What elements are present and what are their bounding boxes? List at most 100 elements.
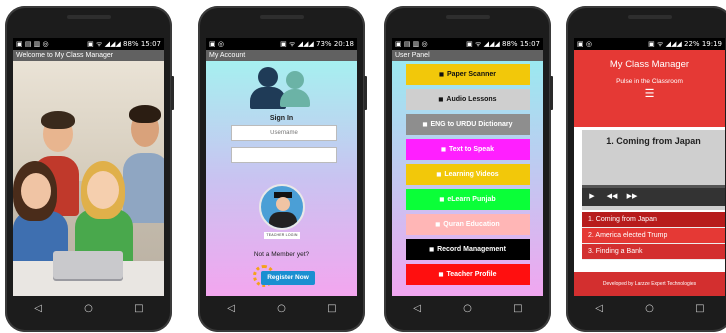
nav-bar: ◁ ○ □ xyxy=(13,296,164,320)
speaker xyxy=(259,15,304,19)
home-icon[interactable]: ○ xyxy=(271,303,291,314)
hamburger-menu-icon[interactable]: ☰ xyxy=(574,89,725,100)
back-icon[interactable]: ◁ xyxy=(407,303,427,314)
status-right: ▣ ᯤ ◢◢◢ 73% 20:18 xyxy=(280,38,354,50)
teacher-login-label: TEACHER LOGIN xyxy=(264,232,300,239)
students-photo xyxy=(13,61,164,296)
menu-item[interactable]: ◼ Quran Education xyxy=(405,214,530,235)
page-title: My Account xyxy=(206,50,357,61)
menu-item-label: Paper Scanner xyxy=(446,71,496,78)
status-left-icons: ▣ ▤ ▥ ◎ xyxy=(395,40,428,48)
side-button[interactable] xyxy=(364,76,367,110)
speaker xyxy=(445,15,490,19)
status-right: ▣ ᯤ ◢◢◢ 88% 15:07 xyxy=(87,38,161,50)
signal-icon: ▣ ᯤ ◢◢◢ xyxy=(466,40,500,48)
rewind-icon[interactable]: ◀◀ xyxy=(602,188,622,206)
status-bar: ▣ ▤ ▥ ◎ ▣ ᯤ ◢◢◢ 88% 15:07 xyxy=(13,38,164,50)
app-header: My Class Manager Pulse in the Classroom … xyxy=(574,50,725,127)
menu-item[interactable]: ◼ Paper Scanner xyxy=(405,64,530,85)
back-icon[interactable]: ◁ xyxy=(221,303,241,314)
battery-level: 73% xyxy=(316,40,332,48)
lesson-item[interactable]: 1. Coming from Japan xyxy=(582,212,725,228)
menu-item-label: eLearn Punjab xyxy=(447,196,496,203)
menu-item-icon: ◼ xyxy=(435,222,441,228)
menu-item[interactable]: ◼ Teacher Profile xyxy=(405,264,530,285)
menu-item-label: Learning Videos xyxy=(444,171,499,178)
phone-welcome: ▣ ▤ ▥ ◎ ▣ ᯤ ◢◢◢ 88% 15:07 Welcome to My … xyxy=(5,6,174,332)
clock: 15:07 xyxy=(140,40,161,48)
menu-item-icon: ◼ xyxy=(436,172,442,178)
phone-my-account: ▣ ◎ ▣ ᯤ ◢◢◢ 73% 20:18 My Account Sign In xyxy=(198,6,367,332)
menu-item[interactable]: ◼ Record Management xyxy=(405,239,530,260)
recents-icon[interactable]: □ xyxy=(690,303,710,314)
menu-item-label: ENG to URDU Dictionary xyxy=(430,121,513,128)
menu-item[interactable]: ◼ Text to Speak xyxy=(405,139,530,160)
menu-item-label: Teacher Profile xyxy=(446,271,497,278)
photo-figure xyxy=(123,153,164,223)
app-title: My Class Manager xyxy=(609,59,690,70)
menu-item-icon: ◼ xyxy=(429,247,435,253)
status-left-icons: ▣ ◎ xyxy=(577,40,592,48)
app-screenshots-collage: ▣ ▤ ▥ ◎ ▣ ᯤ ◢◢◢ 88% 15:07 Welcome to My … xyxy=(0,0,726,333)
phone-user-panel: ▣ ▤ ▥ ◎ ▣ ᯤ ◢◢◢ 88% 15:07 User Panel ◼ Pa… xyxy=(384,6,553,332)
seek-bar[interactable] xyxy=(582,185,725,188)
phone-class-manager: ▣ ◎ ▣ ᯤ ◢◢◢ 22% 19:19 My Class Manager P… xyxy=(566,6,726,332)
back-icon[interactable]: ◁ xyxy=(589,303,609,314)
home-icon[interactable]: ○ xyxy=(639,303,659,314)
clock: 15:07 xyxy=(519,40,540,48)
back-icon[interactable]: ◁ xyxy=(28,303,48,314)
menu-item-label: Record Management xyxy=(437,246,506,253)
register-button[interactable]: Register Now xyxy=(261,271,315,285)
menu-item[interactable]: ◼ Audio Lessons xyxy=(405,89,530,110)
recents-icon[interactable]: □ xyxy=(322,303,342,314)
video-player[interactable]: 1. Coming from Japan ▶ ◀◀ ▶▶ xyxy=(582,130,725,210)
username-input[interactable] xyxy=(231,125,337,141)
side-button[interactable] xyxy=(550,76,553,110)
menu-item[interactable]: ◼ eLearn Punjab xyxy=(405,189,530,210)
teacher-login-button[interactable] xyxy=(259,184,305,230)
play-icon[interactable]: ▶ xyxy=(582,188,602,206)
speaker xyxy=(627,15,672,19)
signal-icon: ▣ ᯤ ◢◢◢ xyxy=(280,40,314,48)
battery-level: 88% xyxy=(502,40,518,48)
side-button[interactable] xyxy=(171,76,174,110)
lesson-item[interactable]: 3. Finding a Bank xyxy=(582,244,725,260)
home-icon[interactable]: ○ xyxy=(457,303,477,314)
recents-icon[interactable]: □ xyxy=(508,303,528,314)
page-title: User Panel xyxy=(392,50,543,61)
photo-face xyxy=(21,173,51,209)
user-icon-secondary-body xyxy=(280,89,310,107)
lesson-list: 1. Coming from Japan 2. America elected … xyxy=(582,212,725,260)
nav-bar: ◁ ○ □ xyxy=(206,296,357,320)
menu-item[interactable]: ◼ ENG to URDU Dictionary xyxy=(405,114,530,135)
menu-item-label: Audio Lessons xyxy=(446,96,497,103)
menu-item[interactable]: ◼ Learning Videos xyxy=(405,164,530,185)
menu-list: ◼ Paper Scanner ◼ Audio Lessons ◼ ENG to URDU… xyxy=(392,61,543,296)
player-controls: ▶ ◀◀ ▶▶ xyxy=(582,185,725,206)
status-bar: ▣ ◎ ▣ ᯤ ◢◢◢ 73% 20:18 xyxy=(206,38,357,50)
home-icon[interactable]: ○ xyxy=(78,303,98,314)
status-left-icons: ▣ ▤ ▥ ◎ xyxy=(16,40,49,48)
user-icon-secondary xyxy=(286,71,304,89)
app-tagline: Pulse in the Classroom xyxy=(616,78,683,85)
menu-item-label: Quran Education xyxy=(443,221,500,228)
status-right: ▣ ᯤ ◢◢◢ 88% 15:07 xyxy=(466,38,540,50)
fast-forward-icon[interactable]: ▶▶ xyxy=(622,188,642,206)
class-manager-page: My Class Manager Pulse in the Classroom … xyxy=(574,50,725,296)
battery-level: 88% xyxy=(123,40,139,48)
menu-item-icon: ◼ xyxy=(439,197,445,203)
recents-icon[interactable]: □ xyxy=(129,303,149,314)
photo-hair xyxy=(41,111,75,129)
photo-laptop xyxy=(53,251,123,279)
screen-class-manager: ▣ ◎ ▣ ᯤ ◢◢◢ 22% 19:19 My Class Manager P… xyxy=(574,38,725,296)
status-bar: ▣ ▤ ▥ ◎ ▣ ᯤ ◢◢◢ 88% 15:07 xyxy=(392,38,543,50)
menu-item-icon: ◼ xyxy=(438,97,444,103)
user-icon xyxy=(258,67,278,87)
teacher-face-icon xyxy=(276,197,290,211)
sign-in-label: Sign In xyxy=(269,115,294,122)
status-bar: ▣ ◎ ▣ ᯤ ◢◢◢ 22% 19:19 xyxy=(574,38,725,50)
lesson-item[interactable]: 2. America elected Trump xyxy=(582,228,725,244)
password-input[interactable] xyxy=(231,147,337,163)
screen-my-account: ▣ ◎ ▣ ᯤ ◢◢◢ 73% 20:18 My Account Sign In xyxy=(206,38,357,296)
menu-item-icon: ◼ xyxy=(422,122,428,128)
